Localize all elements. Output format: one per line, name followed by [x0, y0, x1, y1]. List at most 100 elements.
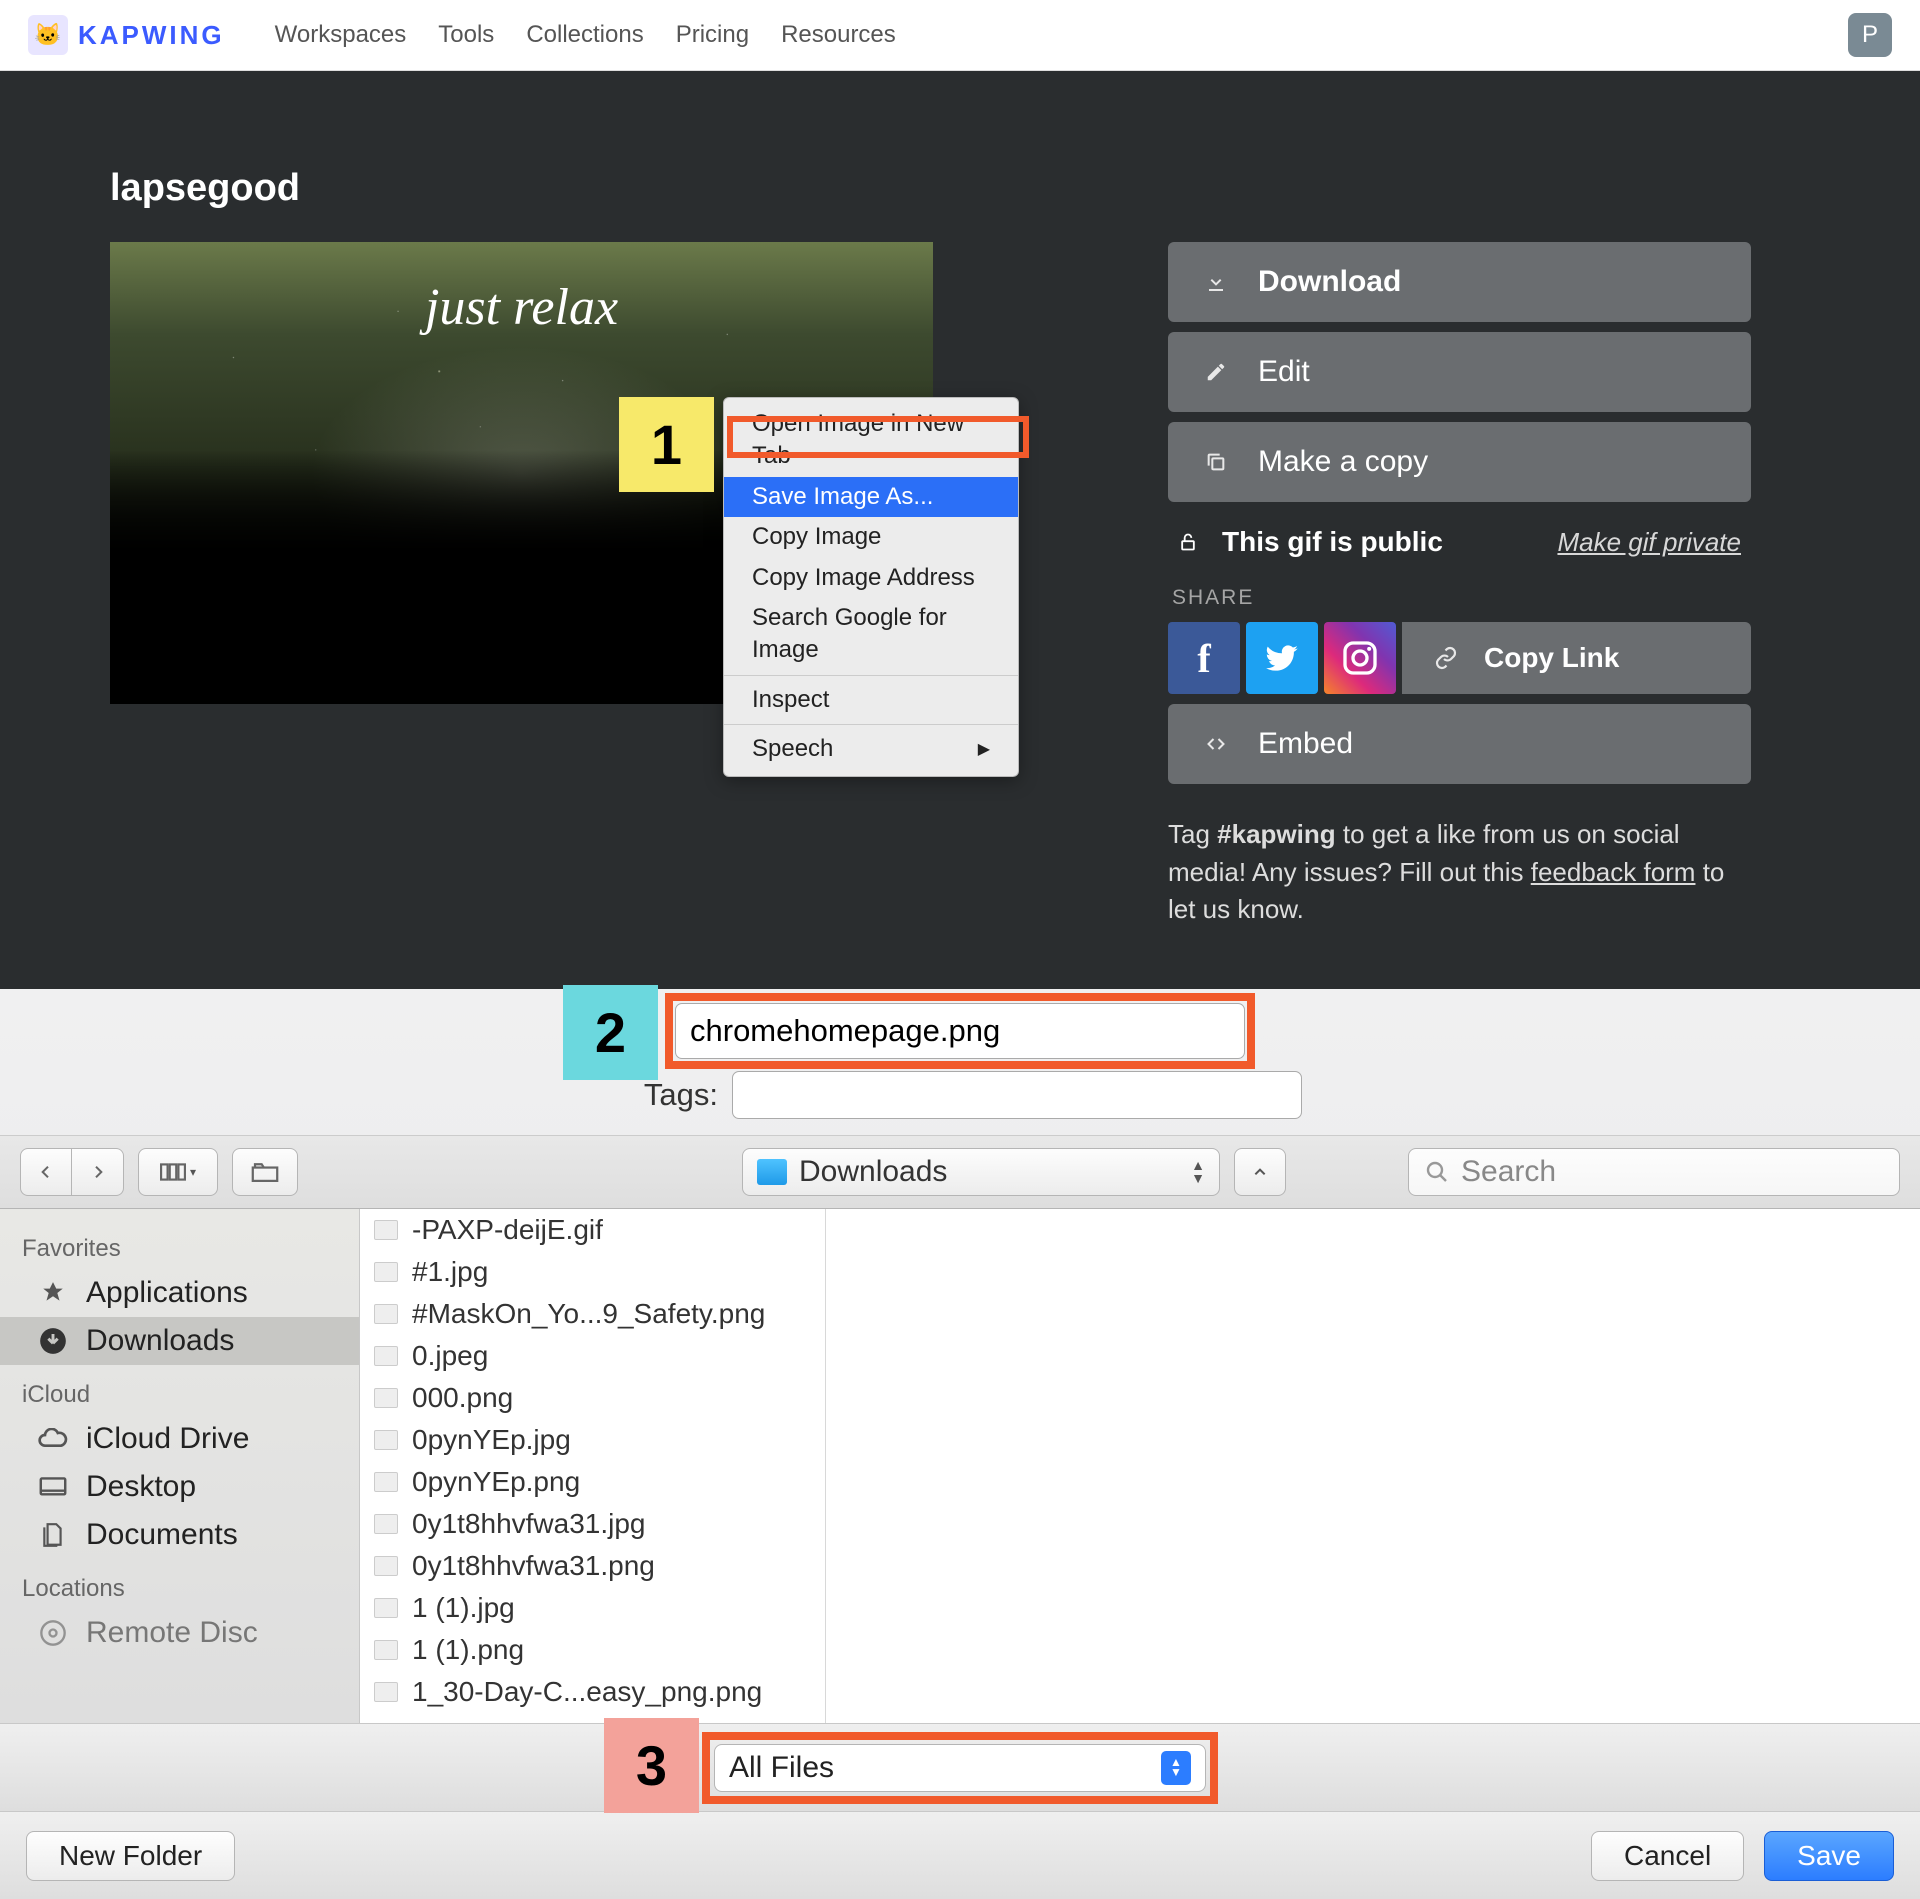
location-label: Downloads [799, 1155, 947, 1189]
embed-button[interactable]: Embed [1168, 704, 1751, 784]
tags-input[interactable] [732, 1071, 1302, 1119]
dialog-bottom-bar: New Folder Cancel Save [0, 1811, 1920, 1899]
ctx-separator [724, 675, 1018, 676]
ctx-save-image-as[interactable]: Save Image As... [724, 477, 1018, 517]
file-name: 0.jpeg [412, 1340, 488, 1372]
ctx-search-google[interactable]: Search Google for Image [724, 598, 1018, 671]
file-thumb-icon [374, 1388, 398, 1408]
file-row[interactable]: 0pynYEp.jpg [360, 1419, 825, 1461]
share-twitter-button[interactable] [1246, 622, 1318, 694]
search-icon [1425, 1160, 1449, 1184]
feedback-form-link[interactable]: feedback form [1531, 857, 1696, 887]
ctx-copy-image[interactable]: Copy Image [724, 517, 1018, 557]
sidebar-item-desktop[interactable]: Desktop [0, 1463, 359, 1511]
file-name: 1_30-Day-C...easy_png.png [412, 1676, 762, 1708]
edit-label: Edit [1258, 355, 1310, 389]
file-row[interactable]: #1.jpg [360, 1251, 825, 1293]
file-row[interactable]: 1 (1).png [360, 1629, 825, 1671]
share-label: SHARE [1172, 586, 1751, 610]
copy-icon [1202, 448, 1230, 476]
file-thumb-icon [374, 1346, 398, 1366]
top-navbar: 🐱 KAPWING Workspaces Tools Collections P… [0, 0, 1920, 71]
sidebar-header-locations: Locations [0, 1559, 359, 1609]
ctx-speech[interactable]: Speech ▶ [724, 729, 1018, 769]
documents-icon [36, 1520, 70, 1550]
make-copy-button[interactable]: Make a copy [1168, 422, 1751, 502]
search-placeholder: Search [1461, 1155, 1556, 1189]
search-field[interactable]: Search [1408, 1148, 1900, 1196]
view-mode-button[interactable]: ▾ [138, 1148, 218, 1196]
file-row[interactable]: 0y1t8hhvfwa31.jpg [360, 1503, 825, 1545]
sidebar-item-applications[interactable]: Applications [0, 1269, 359, 1317]
file-row[interactable]: 0y1t8hhvfwa31.png [360, 1545, 825, 1587]
file-name: 0y1t8hhvfwa31.jpg [412, 1508, 646, 1540]
file-name: 0pynYEp.png [412, 1466, 580, 1498]
edit-button[interactable]: Edit [1168, 332, 1751, 412]
cancel-button[interactable]: Cancel [1591, 1831, 1744, 1881]
file-name: 000.png [412, 1382, 513, 1414]
share-row: f Copy Link [1168, 622, 1751, 694]
file-row[interactable]: -PAXP-deijE.gif [360, 1209, 825, 1251]
new-folder-button[interactable]: New Folder [26, 1831, 235, 1881]
brand-name: KAPWING [78, 20, 225, 51]
make-private-link[interactable]: Make gif private [1557, 527, 1741, 558]
sidebar-item-downloads[interactable]: Downloads [0, 1317, 359, 1365]
share-instagram-button[interactable] [1324, 622, 1396, 694]
file-name: 0y1t8hhvfwa31.png [412, 1550, 655, 1582]
dialog-top: Sa 2 Tags: [0, 989, 1920, 1135]
download-button[interactable]: Download [1168, 242, 1751, 322]
file-row[interactable]: #MaskOn_Yo...9_Safety.png [360, 1293, 825, 1335]
file-row[interactable]: 1_30-Day-C...easy_png.png [360, 1671, 825, 1713]
user-avatar[interactable]: P [1848, 13, 1892, 57]
nav-pricing[interactable]: Pricing [676, 21, 749, 49]
file-name: -PAXP-deijE.gif [412, 1214, 603, 1246]
nav-tools[interactable]: Tools [438, 21, 494, 49]
footer-note: Tag #kapwing to get a like from us on so… [1168, 816, 1751, 929]
dialog-toolbar: ▾ Downloads ▲▼ Search [0, 1135, 1920, 1209]
file-column[interactable]: -PAXP-deijE.gif #1.jpg #MaskOn_Yo...9_Safe… [360, 1209, 826, 1723]
download-icon [1202, 268, 1230, 296]
copy-link-button[interactable]: Copy Link [1402, 622, 1751, 694]
ctx-copy-address[interactable]: Copy Image Address [724, 558, 1018, 598]
sidebar-header-favorites: Favorites [0, 1219, 359, 1269]
back-button[interactable] [20, 1148, 72, 1196]
collapse-button[interactable] [1234, 1148, 1286, 1196]
format-value: All Files [729, 1751, 834, 1785]
cloud-icon [36, 1424, 70, 1454]
file-row[interactable]: 000.png [360, 1377, 825, 1419]
ctx-speech-label: Speech [752, 733, 833, 765]
file-name: #1.jpg [412, 1256, 488, 1288]
share-facebook-button[interactable]: f [1168, 622, 1240, 694]
brand-logo[interactable]: 🐱 KAPWING [28, 15, 225, 55]
step-badge-3: 3 [604, 1718, 699, 1813]
sidebar-header-icloud: iCloud [0, 1365, 359, 1415]
folder-icon [757, 1159, 787, 1185]
forward-button[interactable] [72, 1148, 124, 1196]
context-menu: Open Image in New Tab Save Image As... C… [723, 397, 1019, 777]
sidebar-item-remote-disc[interactable]: Remote Disc [0, 1609, 359, 1657]
ctx-open-new-tab[interactable]: Open Image in New Tab [724, 404, 1018, 477]
download-label: Download [1258, 265, 1401, 299]
filename-input[interactable] [675, 1003, 1245, 1059]
file-thumb-icon [374, 1472, 398, 1492]
sidebar-item-documents[interactable]: Documents [0, 1511, 359, 1559]
file-thumb-icon [374, 1304, 398, 1324]
list-view-button[interactable] [232, 1148, 298, 1196]
code-icon [1202, 730, 1230, 758]
nav-workspaces[interactable]: Workspaces [275, 21, 407, 49]
overlay-text: just relax [425, 278, 618, 337]
nav-resources[interactable]: Resources [781, 21, 896, 49]
hashtag: #kapwing [1217, 819, 1335, 849]
ctx-inspect[interactable]: Inspect [724, 680, 1018, 720]
file-row[interactable]: 1 (1).jpg [360, 1587, 825, 1629]
applications-icon [36, 1278, 70, 1308]
visibility-row: This gif is public Make gif private [1168, 512, 1751, 586]
sidebar-item-icloud-drive[interactable]: iCloud Drive [0, 1415, 359, 1463]
project-section: lapsegood just relax Open Image in New T… [0, 71, 1920, 989]
file-row[interactable]: 0pynYEp.png [360, 1461, 825, 1503]
nav-collections[interactable]: Collections [526, 21, 643, 49]
file-row[interactable]: 0.jpeg [360, 1335, 825, 1377]
format-select[interactable]: All Files ▲▼ [714, 1744, 1206, 1792]
save-button[interactable]: Save [1764, 1831, 1894, 1881]
location-dropdown[interactable]: Downloads ▲▼ [742, 1148, 1220, 1196]
